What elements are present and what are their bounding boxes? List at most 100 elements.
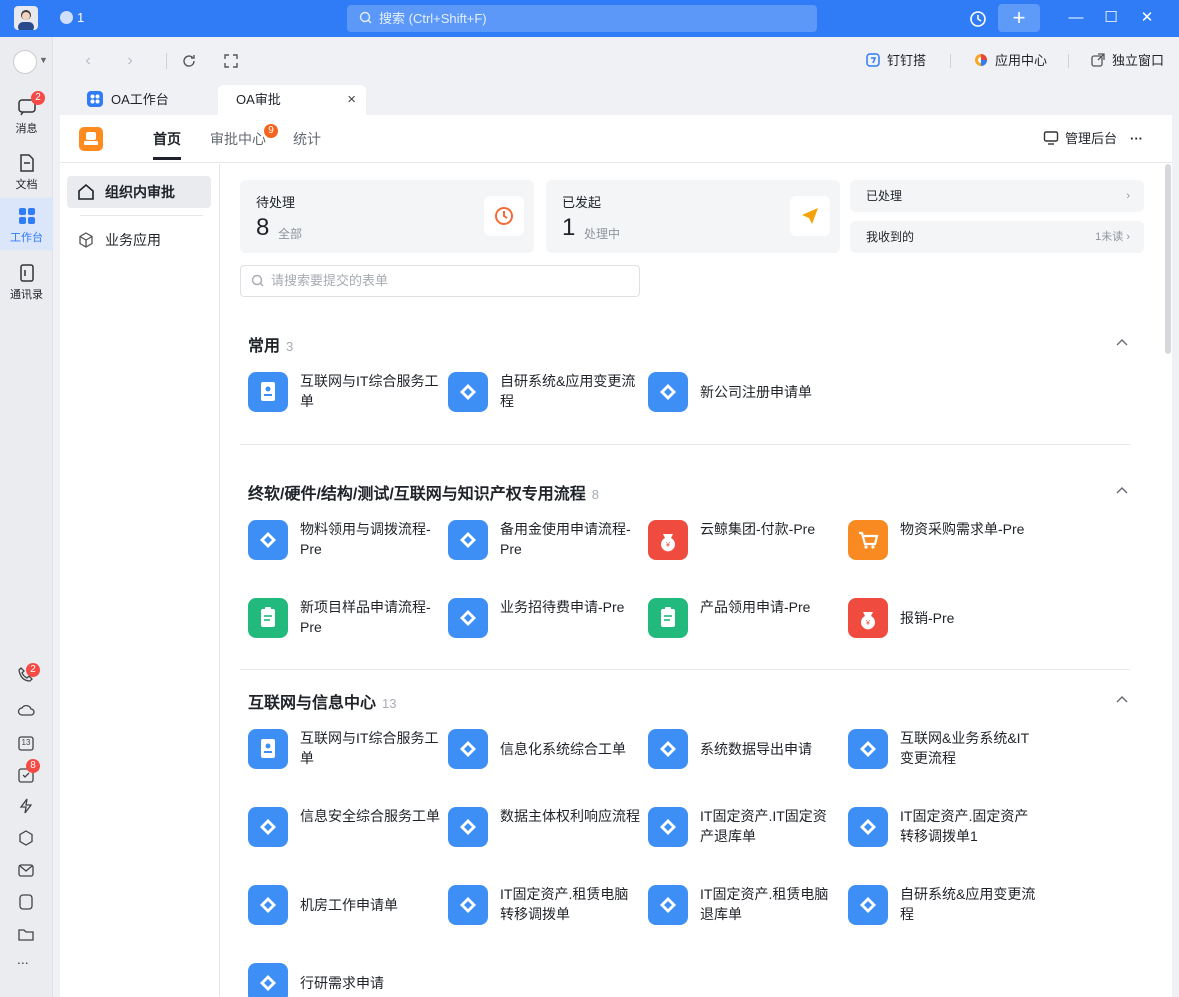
form-label: IT固定资产.租赁电脑转移调拨单 — [500, 886, 629, 922]
toolbar-divider — [166, 53, 167, 69]
approval-form-item[interactable]: IT固定资产.租赁电脑转移调拨单 — [448, 880, 643, 930]
form-label: 产品领用申请-Pre — [700, 599, 811, 615]
approval-form-item[interactable]: 互联网与IT综合服务工单 — [248, 724, 443, 774]
sidebar-item-business-apps[interactable]: 业务应用 — [67, 224, 211, 256]
more-nav-icon[interactable]: ... — [17, 951, 29, 967]
approval-form-item[interactable]: 新项目样品申请流程-Pre — [248, 593, 443, 643]
money-bag-icon: ¥ — [648, 520, 688, 560]
section-title: 常用 3 — [248, 338, 294, 355]
approval-form-item[interactable]: 数据主体权利响应流程 — [448, 802, 643, 852]
approval-form-item[interactable]: 行研需求申请 — [248, 958, 443, 997]
todo-badge: 8 — [26, 759, 40, 773]
tab-home[interactable]: 首页 — [153, 115, 181, 163]
mail-icon[interactable] — [17, 861, 35, 879]
calendar-icon[interactable]: 13 — [17, 734, 35, 752]
chevron-right-icon: › — [1126, 190, 1130, 202]
approval-form-item[interactable]: ¥ 报销-Pre — [848, 593, 1043, 643]
standalone-window-link[interactable]: 独立窗口 — [1090, 51, 1164, 71]
cube-icon[interactable] — [17, 829, 35, 847]
form-label: 数据主体权利响应流程 — [500, 808, 640, 824]
approval-main: 待处理 8 全部 已发起 1 处理中 已处理 › 我收到的 1未读 › 请搜索要… — [220, 164, 1172, 997]
status-shield-icon[interactable] — [60, 11, 73, 24]
collapse-chevron-up-icon[interactable] — [1115, 693, 1129, 707]
create-plus-button[interactable]: + — [998, 4, 1040, 32]
approval-form-item[interactable]: 系统数据导出申请 — [648, 724, 843, 774]
form-label: 新项目样品申请流程-Pre — [300, 599, 431, 635]
section-title: 终软/硬件/结构/测试/互联网与知识产权专用流程 8 — [248, 486, 600, 503]
home-icon — [78, 183, 94, 200]
ticket-icon — [648, 885, 688, 925]
status-count: 1 — [77, 10, 85, 25]
search-icon — [359, 11, 372, 24]
form-search-input[interactable]: 请搜索要提交的表单 — [240, 265, 640, 297]
maximize-button[interactable]: ☐ — [1101, 8, 1121, 28]
refresh-icon[interactable] — [181, 53, 197, 69]
contacts-icon — [19, 264, 34, 282]
approval-form-item[interactable]: 备用金使用申请流程-Pre — [448, 515, 643, 565]
fullscreen-icon[interactable] — [223, 53, 239, 69]
send-arrow-icon — [790, 196, 830, 236]
form-label: 系统数据导出申请 — [700, 741, 812, 757]
approval-form-item[interactable]: 业务招待费申请-Pre — [448, 593, 643, 643]
org-switch-arrow-icon[interactable]: ▼ — [39, 55, 48, 65]
org-logo[interactable] — [13, 50, 37, 74]
minimize-button[interactable]: — — [1066, 8, 1086, 28]
dingding-build-link[interactable]: 钉钉搭 — [865, 51, 926, 71]
forward-button[interactable]: › — [120, 51, 140, 71]
global-search-input[interactable]: 搜索 (Ctrl+Shift+F) — [347, 5, 817, 32]
approval-form-item[interactable]: 自研系统&应用变更流程 — [848, 880, 1043, 930]
section-count: 8 — [591, 487, 600, 502]
approval-center-badge: 9 — [264, 124, 278, 138]
nav-item-contacts[interactable]: 通讯录 — [0, 255, 53, 307]
sidebar-item-org-approval[interactable]: 组织内审批 — [67, 176, 211, 208]
received-link[interactable]: 我收到的 1未读 › — [850, 221, 1144, 253]
tab-oa-approval[interactable]: OA审批 × — [218, 85, 366, 115]
approval-form-item[interactable]: IT固定资产.租赁电脑退库单 — [648, 880, 843, 930]
cloud-icon[interactable] — [17, 701, 35, 719]
tab-oa-workbench[interactable]: OA工作台 — [75, 85, 215, 115]
approval-form-item[interactable]: 信息化系统综合工单 — [448, 724, 643, 774]
notes-icon[interactable] — [17, 893, 35, 911]
approval-form-item[interactable]: ¥ 云鲸集团-付款-Pre — [648, 515, 843, 565]
history-icon[interactable] — [968, 9, 988, 29]
dingding-build-icon — [866, 53, 880, 67]
approval-form-item[interactable]: 机房工作申请单 — [248, 880, 443, 930]
tab-statistics[interactable]: 统计 — [293, 115, 321, 163]
approval-form-item[interactable]: 互联网与IT综合服务工单 — [248, 367, 443, 417]
close-window-button[interactable]: ✕ — [1137, 8, 1157, 28]
more-options-button[interactable]: ··· — [1130, 129, 1143, 149]
svg-text:¥: ¥ — [866, 620, 870, 627]
back-button[interactable]: ‹ — [78, 51, 98, 71]
close-tab-icon[interactable]: × — [347, 85, 356, 115]
tab-strip: OA工作台 OA审批 × — [60, 85, 1179, 115]
collapse-chevron-up-icon[interactable] — [1115, 336, 1129, 350]
nav-item-workbench[interactable]: 工作台 — [0, 198, 53, 250]
user-avatar[interactable] — [14, 6, 38, 30]
nav-item-messages[interactable]: 消息 2 — [0, 89, 53, 141]
approval-form-item[interactable]: IT固定资产.固定资产转移调拨单1 — [848, 802, 1043, 852]
ticket-icon — [248, 807, 288, 847]
form-label: 物料领用与调拨流程-Pre — [300, 521, 431, 557]
pending-card[interactable]: 待处理 8 全部 — [240, 180, 534, 253]
initiated-card[interactable]: 已发起 1 处理中 — [546, 180, 840, 253]
approval-form-item[interactable]: 产品领用申请-Pre — [648, 593, 843, 643]
approval-form-item[interactable]: IT固定资产.IT固定资产退库单 — [648, 802, 843, 852]
tab-approval-center[interactable]: 审批中心 9 — [210, 115, 278, 163]
nav-item-docs[interactable]: 文档 — [0, 145, 53, 197]
folder-icon[interactable] — [17, 925, 35, 943]
processed-link[interactable]: 已处理 › — [850, 180, 1144, 212]
ticket-icon — [248, 885, 288, 925]
vertical-scrollbar[interactable] — [1165, 164, 1171, 354]
lightning-icon[interactable] — [17, 797, 35, 815]
admin-console-link[interactable]: 管理后台 — [1043, 129, 1117, 149]
approval-form-item[interactable]: 互联网&业务系统&IT变更流程 — [848, 724, 1043, 774]
collapse-chevron-up-icon[interactable] — [1115, 484, 1129, 498]
app-header: 首页 审批中心 9 统计 管理后台 ··· — [60, 115, 1172, 163]
app-center-link[interactable]: 应用中心 — [973, 51, 1047, 71]
form-label: 物资采购需求单-Pre — [900, 521, 1025, 537]
approval-form-item[interactable]: 物资采购需求单-Pre — [848, 515, 1043, 565]
approval-form-item[interactable]: 信息安全综合服务工单 — [248, 802, 443, 852]
approval-form-item[interactable]: 自研系统&应用变更流程 — [448, 367, 643, 417]
approval-form-item[interactable]: 新公司注册申请单 — [648, 367, 843, 417]
approval-form-item[interactable]: 物料领用与调拨流程-Pre — [248, 515, 443, 565]
